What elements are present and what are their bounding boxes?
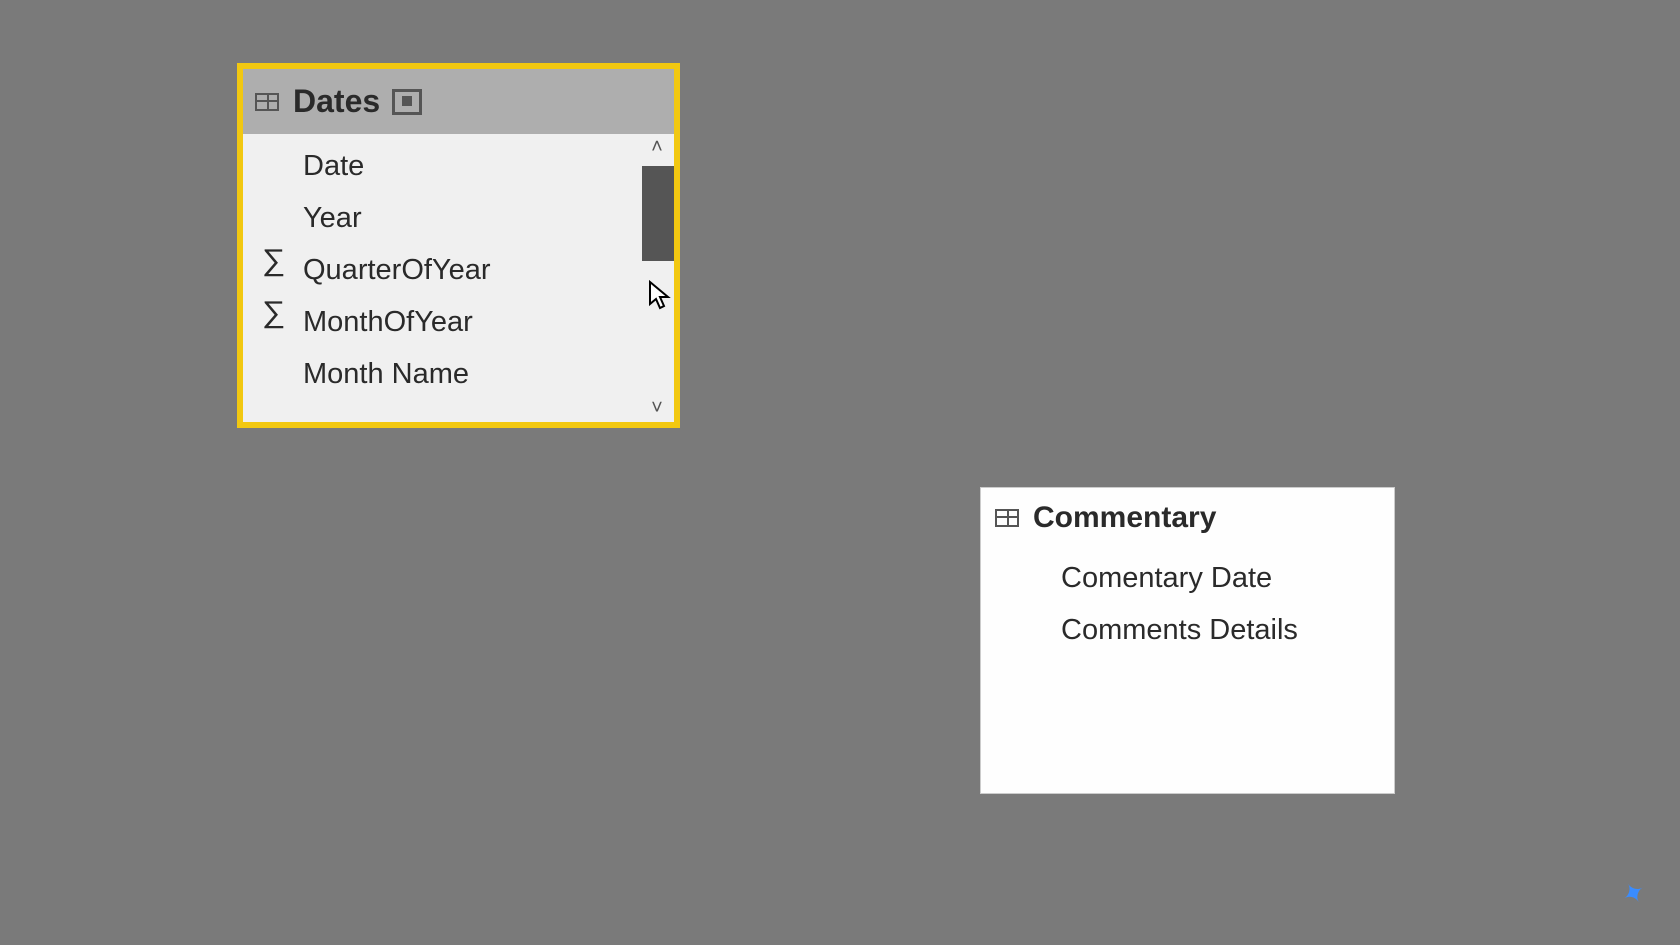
sigma-icon: ∑: [262, 244, 286, 278]
scroll-down-icon[interactable]: ˅: [640, 397, 674, 420]
field-label: Year: [303, 202, 362, 235]
field-label: Month Name: [303, 358, 469, 391]
commentary-table-card[interactable]: Commentary Comentary Date Comments Detai…: [980, 487, 1395, 794]
commentary-field-list: Comentary Date Comments Details: [981, 548, 1394, 660]
field-year[interactable]: Year: [243, 192, 674, 244]
field-quarterofyear[interactable]: QuarterOfYear: [243, 244, 674, 296]
logo-icon: ✦: [1615, 873, 1652, 913]
field-comments-details[interactable]: Comments Details: [981, 604, 1394, 656]
commentary-table-header[interactable]: Commentary: [981, 488, 1394, 548]
dates-table-header[interactable]: Dates: [243, 69, 674, 134]
dates-field-list: Date Year ∑ QuarterOfYear ∑: [243, 134, 674, 422]
field-label: MonthOfYear: [303, 306, 473, 339]
dates-table-title: Dates: [293, 83, 380, 120]
field-label: Comentary Date: [1061, 562, 1272, 595]
table-icon: [255, 93, 279, 111]
field-label: Comments Details: [1061, 614, 1298, 647]
dates-table-card[interactable]: Dates Date Year ∑: [237, 63, 680, 428]
field-label: QuarterOfYear: [303, 254, 491, 287]
model-canvas[interactable]: Dates Date Year ∑: [5, 5, 1675, 940]
date-table-icon: [392, 89, 422, 115]
scroll-up-icon[interactable]: ˄: [640, 136, 674, 159]
field-monthname[interactable]: Month Name: [243, 348, 674, 400]
sigma-icon: ∑: [262, 296, 286, 330]
scroll-thumb[interactable]: [642, 166, 674, 261]
field-date[interactable]: Date: [243, 140, 674, 192]
field-label: Date: [303, 150, 364, 183]
field-monthofyear[interactable]: MonthOfYear: [243, 296, 674, 348]
field-commentary-date[interactable]: Comentary Date: [981, 552, 1394, 604]
commentary-table-title: Commentary: [1033, 501, 1216, 535]
dates-scrollbar[interactable]: ˄ ˅: [640, 134, 674, 422]
table-icon: [995, 509, 1019, 527]
